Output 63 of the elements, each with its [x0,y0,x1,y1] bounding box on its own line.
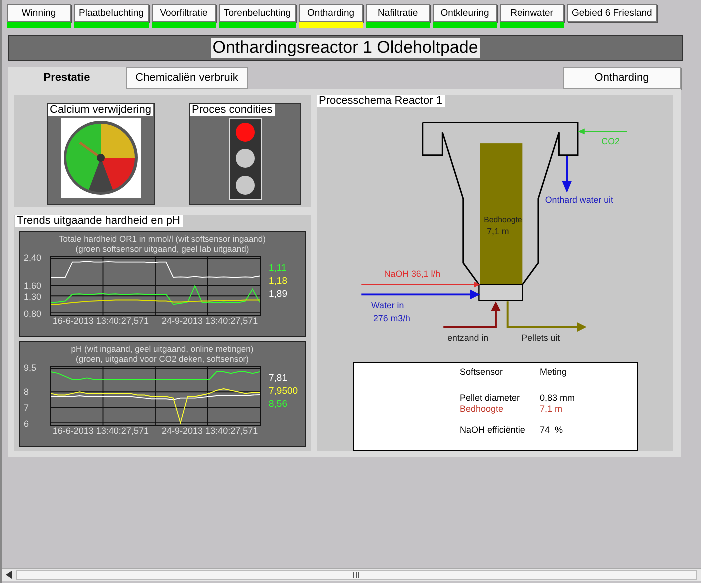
naoh-label: NaOH 36,1 l/h [384,268,441,279]
chart-title: Totale hardheid OR1 in mmol/l (wit softsensor ingaand) [58,234,267,244]
axis-label: 1,60 [24,281,42,291]
axis-label: 0,80 [24,309,42,319]
row-label: NaOH efficiëntie [460,424,526,436]
tab[interactable]: Prestatie [8,67,126,89]
column-header: Meting [540,366,568,377]
page-title: Onthardingsreactor 1 Oldeholtpade [210,38,480,58]
axis-label: 6 [24,419,30,429]
row-value: 74 % [540,424,564,436]
row-label: Pellet diameter [460,392,522,404]
nav-button[interactable]: Winning [7,4,71,22]
scroll-left-icon[interactable] [6,571,12,579]
outlet-label: Onthard water uit [545,194,614,205]
bed-label: Bedhoogte [484,216,522,225]
co2-label: CO2 [602,136,620,147]
water-flow-value: 276 m3/h [374,313,410,324]
section-button[interactable]: Ontharding [563,67,681,89]
tab[interactable]: Chemicaliën verbruik [126,67,248,89]
horizontal-scrollbar[interactable] [2,568,701,581]
axis-label: 2,40 [24,253,42,263]
reading-value: 7,81 [269,372,288,385]
row-value: 7,1 m [540,404,564,415]
reading-value: 1,18 [269,275,288,288]
chart-title: (groen softsensor uitgaand, geel lab uitgaand) [74,244,250,254]
pellets-out-label: Pellets uit [522,333,560,344]
outlet-arrow [562,156,572,193]
time-label: 24-9-2013 13:40:27,571 [162,426,258,436]
nav-button[interactable]: Nafiltratie [366,4,430,22]
nav-button[interactable]: Voorfiltratie [152,4,216,22]
panel-title: Processchema Reactor 1 [317,95,444,107]
scroll-thumb[interactable] [16,570,697,580]
co2-arrow [578,128,628,135]
reading-value: 1,89 [269,288,288,301]
time-label: 24-9-2013 13:40:27,571 [162,316,258,326]
column-header: Softsensor [460,366,504,377]
nav-button[interactable]: Plaatbeluchting [74,4,149,22]
chart-title: pH (wit ingaand, geel uitgaand, online metingen) [70,344,255,354]
axis-label: 8 [24,387,30,397]
bed-value: 7,1 m [487,226,510,236]
reading-value: 7,9500 [269,385,300,398]
row-value: 0,83 mm [540,392,576,404]
panel-title: Trends uitgaande hardheid en pH [15,215,182,227]
reading-value: 1,11 [269,262,288,275]
status-title: Proces condities [190,104,275,116]
time-label: 16-6-2013 13:40:27,571 [52,316,149,326]
water-in-label: Water in [372,300,404,311]
axis-label: 9,5 [24,363,37,373]
nav-button[interactable]: Ontkleuring [433,4,498,22]
row-label: Bedhoogte [460,404,505,415]
reading-value: 8,56 [269,398,288,411]
axis-label: 7 [24,403,30,413]
seed-in-label: entzand in [448,333,489,344]
chart-title: (groen, uitgaand voor CO2 deken, softsensor) [75,354,250,364]
nav-button[interactable]: Torenbeluchting [218,4,296,22]
seed-inlet-arrow [444,302,501,328]
grip-icon [353,572,360,578]
nav-button[interactable]: Ontharding [299,4,364,22]
axis-label: 1,30 [24,292,42,302]
time-label: 16-6-2013 13:40:27,571 [52,426,149,436]
gauge-title: Calcium verwijdering [48,104,154,116]
nav-button[interactable]: Reinwater [500,4,564,22]
nav-button[interactable]: Gebied 6 Friesland [567,4,658,22]
